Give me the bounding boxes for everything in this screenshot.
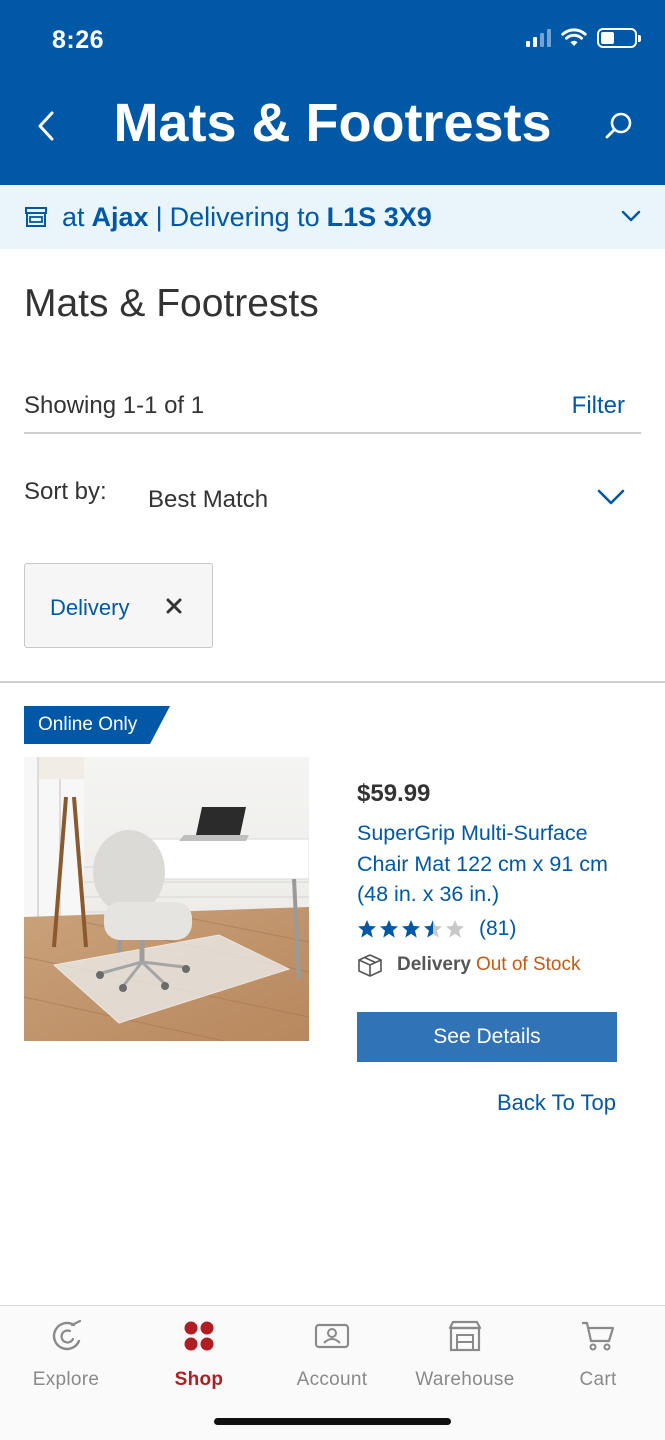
app-header: 8:26 Mats & Footrests [0,0,665,185]
tab-label: Explore [32,1369,100,1390]
account-icon [314,1323,350,1349]
box-icon [358,954,382,977]
wifi-icon [561,28,587,46]
star-full-icon [402,920,420,938]
location-text: at Ajax | Delivering to L1S 3X9 [62,202,432,233]
tab-warehouse[interactable]: Warehouse [410,1318,520,1398]
tab-label: Cart [579,1369,617,1390]
star-rating [357,919,465,939]
star-full-icon [380,920,398,938]
tab-label: Warehouse [415,1369,515,1390]
stock-status: Out of Stock [475,954,581,975]
sort-label: Sort by: [24,478,107,505]
online-only-badge: Online Only [24,706,170,744]
battery-icon [597,28,641,48]
delivering-label: Delivering to [169,201,320,232]
close-icon[interactable] [166,598,182,614]
rating-row[interactable]: (81) [357,915,516,943]
tab-label: Shop [174,1369,224,1390]
location-prefix: at [62,201,85,232]
search-icon [605,112,632,139]
home-indicator [214,1418,451,1425]
warehouse-name: Ajax [91,201,149,232]
divider [0,681,665,683]
back-to-top-link[interactable]: Back To Top [497,1090,616,1116]
delivery-label: Delivery [397,954,471,975]
status-time: 8:26 [52,26,105,54]
tab-shop[interactable]: Shop [144,1318,254,1398]
tab-account[interactable]: Account [277,1318,387,1398]
tab-cart[interactable]: Cart [543,1318,653,1398]
warehouse-icon [448,1320,482,1352]
review-count: (81) [479,917,517,940]
page-title: Mats & Footrests [24,282,319,325]
star-empty-icon [446,920,464,938]
delivery-status-row: Delivery Out of Stock [357,951,581,979]
product-name-link[interactable]: SuperGrip Multi-Surface Chair Mat 122 cm… [357,818,627,910]
results-count: Showing 1-1 of 1 [24,392,205,419]
header-title: Mats & Footrests [113,93,552,153]
store-icon [25,207,47,227]
star-full-icon [358,920,376,938]
tab-explore[interactable]: Explore [11,1318,121,1398]
postal-code: L1S 3X9 [326,201,432,232]
cart-icon [582,1321,615,1351]
status-icons [526,28,641,48]
chevron-down-icon [621,210,641,222]
location-bar[interactable]: at Ajax | Delivering to L1S 3X9 [0,185,665,249]
chevron-down-icon [597,489,625,505]
cellular-signal-icon [526,29,551,47]
badge-label: Online Only [38,714,138,735]
product-image[interactable] [24,757,309,1041]
applied-filter-chip[interactable]: Delivery [24,563,213,648]
sort-value: Best Match [148,486,269,513]
star-half-icon [424,920,442,938]
see-details-button[interactable]: See Details [357,1012,617,1062]
location-separator: | [155,201,163,232]
shop-icon [184,1321,214,1351]
results-summary-row: Showing 1-1 of 1 Filter [24,388,641,434]
tab-label: Account [296,1369,368,1390]
applied-filter-label: Delivery [50,595,130,620]
search-button[interactable] [599,106,639,146]
product-price: $59.99 [357,780,431,807]
sort-select[interactable]: Best Match [148,476,632,522]
explore-icon [52,1319,82,1351]
filter-button[interactable]: Filter [572,392,625,420]
